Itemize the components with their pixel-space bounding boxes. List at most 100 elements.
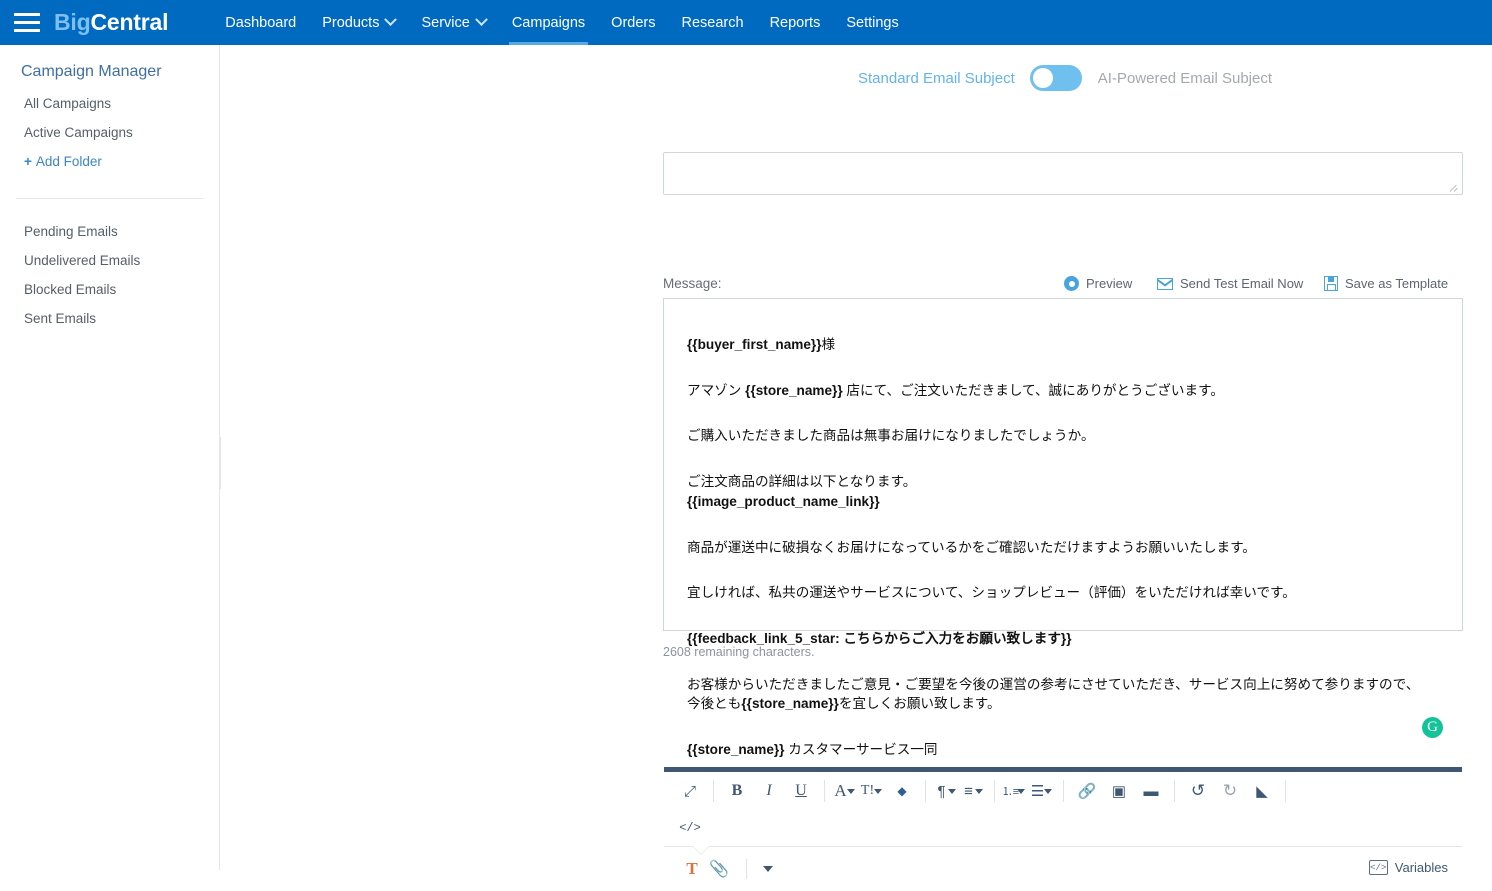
nav-items: Dashboard Products Service Campaigns Orders R… [212, 0, 911, 45]
message-paragraph: ご注文商品の詳細は以下となります。 [687, 472, 1432, 492]
toggle-label-ai-powered[interactable]: AI-Powered Email Subject [1098, 70, 1272, 87]
main-content: Standard Email Subject AI-Powered Email … [221, 45, 1492, 879]
toolbar-separator [994, 780, 995, 802]
preview-label: Preview [1086, 276, 1133, 291]
sidebar: Campaign Manager All Campaigns Active Ca… [0, 45, 220, 870]
message-paragraph: ご購入いただきました商品は無事お届けになりましたでしょうか。 [687, 426, 1432, 446]
eye-icon [1064, 276, 1079, 291]
image-icon[interactable]: ▣ [1103, 776, 1135, 806]
message-label: Message: [663, 276, 722, 291]
send-test-email-button[interactable]: Send Test Email Now [1157, 276, 1303, 291]
preview-button[interactable]: Preview [1064, 276, 1132, 291]
grammarly-icon[interactable]: G [1422, 717, 1443, 738]
nav-item-dashboard[interactable]: Dashboard [212, 0, 309, 45]
message-variable-token: {{image_product_name_link}} [687, 493, 880, 509]
code-view-icon[interactable]: </> [674, 813, 706, 843]
editor-toolbar-row-1: ⤢ B I U A T! ◆ ¶ ≡ ⒈≡ ☰ 🔗 ▣ ▬ ↺ ↻ ◣ [664, 772, 1462, 810]
message-paragraph: 宜しければ、私共の運送やサービスについて、ショップレビュー（評価）をいただければ… [687, 583, 1432, 603]
sidebar-item-active-campaigns[interactable]: Active Campaigns [0, 118, 219, 147]
toggle-label-standard[interactable]: Standard Email Subject [858, 70, 1015, 87]
chevron-down-icon [474, 13, 488, 27]
ordered-list-dropdown-caret[interactable] [1017, 788, 1025, 794]
email-subject-mode-toggle-row: Standard Email Subject AI-Powered Email … [858, 65, 1272, 91]
nav-item-service[interactable]: Service [408, 0, 498, 45]
message-paragraph: アマゾン {{store_name}} 店にて、ご注文いただきまして、誠にありが… [687, 381, 1432, 401]
app-logo[interactable]: BigCentral [54, 9, 168, 36]
envelope-icon [1157, 277, 1173, 290]
message-text: 宜しければ、私共の運送やサービスについて、ショップレビュー（評価）をいただければ… [687, 585, 1296, 601]
message-text: を宜しくお願い致します。 [838, 696, 1001, 712]
nav-item-research[interactable]: Research [669, 0, 757, 45]
message-text: 店にて、ご注文いただきまして、誠にありがとうございます。 [842, 382, 1224, 398]
save-as-template-label: Save as Template [1345, 276, 1449, 291]
variables-button[interactable]: </> Variables [1368, 860, 1448, 875]
font-family-dropdown-caret[interactable] [847, 788, 855, 794]
sidebar-add-folder-button[interactable]: + Add Folder [0, 147, 219, 176]
toolbar-notch-inner [693, 846, 709, 854]
message-text: アマゾン [687, 382, 746, 398]
sidebar-item-pending-emails[interactable]: Pending Emails [0, 217, 219, 246]
logo-text-central: Central [90, 9, 169, 35]
top-navigation-bar: BigCentral Dashboard Products Service Campa… [0, 0, 1492, 45]
sidebar-item-sent-emails[interactable]: Sent Emails [0, 304, 219, 333]
hamburger-bar [14, 13, 40, 16]
font-size-dropdown-caret[interactable] [874, 788, 882, 794]
unordered-list-dropdown-caret[interactable] [1044, 788, 1052, 794]
underline-icon[interactable]: U [785, 776, 817, 806]
message-paragraph: {{buyer_first_name}}様 [687, 335, 1432, 355]
nav-item-label: Orders [611, 14, 656, 31]
message-text: 商品が運送中に破損なくお届けになっているかをご確認いただけますようお願いいたしま… [687, 539, 1256, 555]
nav-item-label: Reports [769, 14, 821, 31]
code-box-icon: </> [1368, 860, 1388, 875]
sidebar-title: Campaign Manager [21, 63, 162, 80]
sidebar-item-blocked-emails[interactable]: Blocked Emails [0, 275, 219, 304]
text-color-icon[interactable]: ◆ [886, 776, 918, 806]
footer-divider [746, 859, 747, 879]
redo-icon[interactable]: ↻ [1214, 776, 1246, 806]
bold-icon[interactable]: B [721, 776, 753, 806]
paperclip-icon[interactable]: 📎 [704, 859, 734, 879]
toolbar-separator [713, 780, 714, 802]
sidebar-item-all-campaigns[interactable]: All Campaigns [0, 89, 219, 118]
nav-item-reports[interactable]: Reports [757, 0, 834, 45]
message-variable-token: {{feedback_link_5_star: こちらからご入力をお願い致します… [687, 630, 1072, 646]
expand-icon[interactable]: ⤢ [674, 776, 706, 806]
subject-input[interactable] [663, 152, 1463, 195]
toolbar-separator [824, 780, 825, 802]
message-text: カスタマーサービス一同 [784, 742, 938, 758]
message-paragraph: {{store_name}} カスタマーサービス一同 [687, 740, 1432, 760]
horizontal-rule-icon[interactable]: ▬ [1135, 776, 1167, 806]
switch-knob [1032, 68, 1053, 88]
hamburger-bar [14, 21, 40, 24]
message-paragraph: お客様からいただきましたご意見・ご要望を今後の運営の参考にさせていただき、サービ… [687, 675, 1432, 714]
sidebar-item-undelivered-emails[interactable]: Undelivered Emails [0, 246, 219, 275]
paragraph-format-dropdown-caret[interactable] [948, 788, 956, 794]
chevron-down-icon[interactable] [763, 866, 773, 872]
nav-item-label: Research [681, 14, 744, 31]
hamburger-menu-icon[interactable] [14, 13, 40, 32]
add-folder-label: Add Folder [35, 154, 102, 169]
variables-label: Variables [1394, 860, 1448, 875]
text-format-icon[interactable]: T [680, 859, 704, 879]
clear-formatting-icon[interactable]: ◣ [1246, 776, 1278, 806]
nav-item-products[interactable]: Products [309, 0, 408, 45]
nav-item-label: Products [322, 14, 380, 31]
align-dropdown-caret[interactable] [975, 788, 983, 794]
message-paragraph: {{image_product_name_link}} [687, 492, 1432, 512]
italic-icon[interactable]: I [753, 776, 785, 806]
email-subject-mode-switch[interactable] [1029, 65, 1082, 91]
nav-item-orders[interactable]: Orders [598, 0, 668, 45]
message-editor-body[interactable]: {{buyer_first_name}}様 アマゾン {{store_name}}… [664, 299, 1462, 767]
plus-icon: + [24, 154, 32, 169]
floppy-disk-icon [1324, 276, 1338, 291]
nav-item-settings[interactable]: Settings [833, 0, 911, 45]
toolbar-separator [1285, 780, 1286, 802]
send-test-email-label: Send Test Email Now [1180, 276, 1304, 291]
sidebar-divider [16, 198, 203, 199]
toolbar-separator [1063, 780, 1064, 802]
nav-item-campaigns[interactable]: Campaigns [499, 0, 598, 45]
logo-text-big: Big [54, 9, 91, 35]
save-as-template-button[interactable]: Save as Template [1324, 276, 1448, 291]
link-icon[interactable]: 🔗 [1071, 776, 1103, 806]
undo-icon[interactable]: ↺ [1182, 776, 1214, 806]
